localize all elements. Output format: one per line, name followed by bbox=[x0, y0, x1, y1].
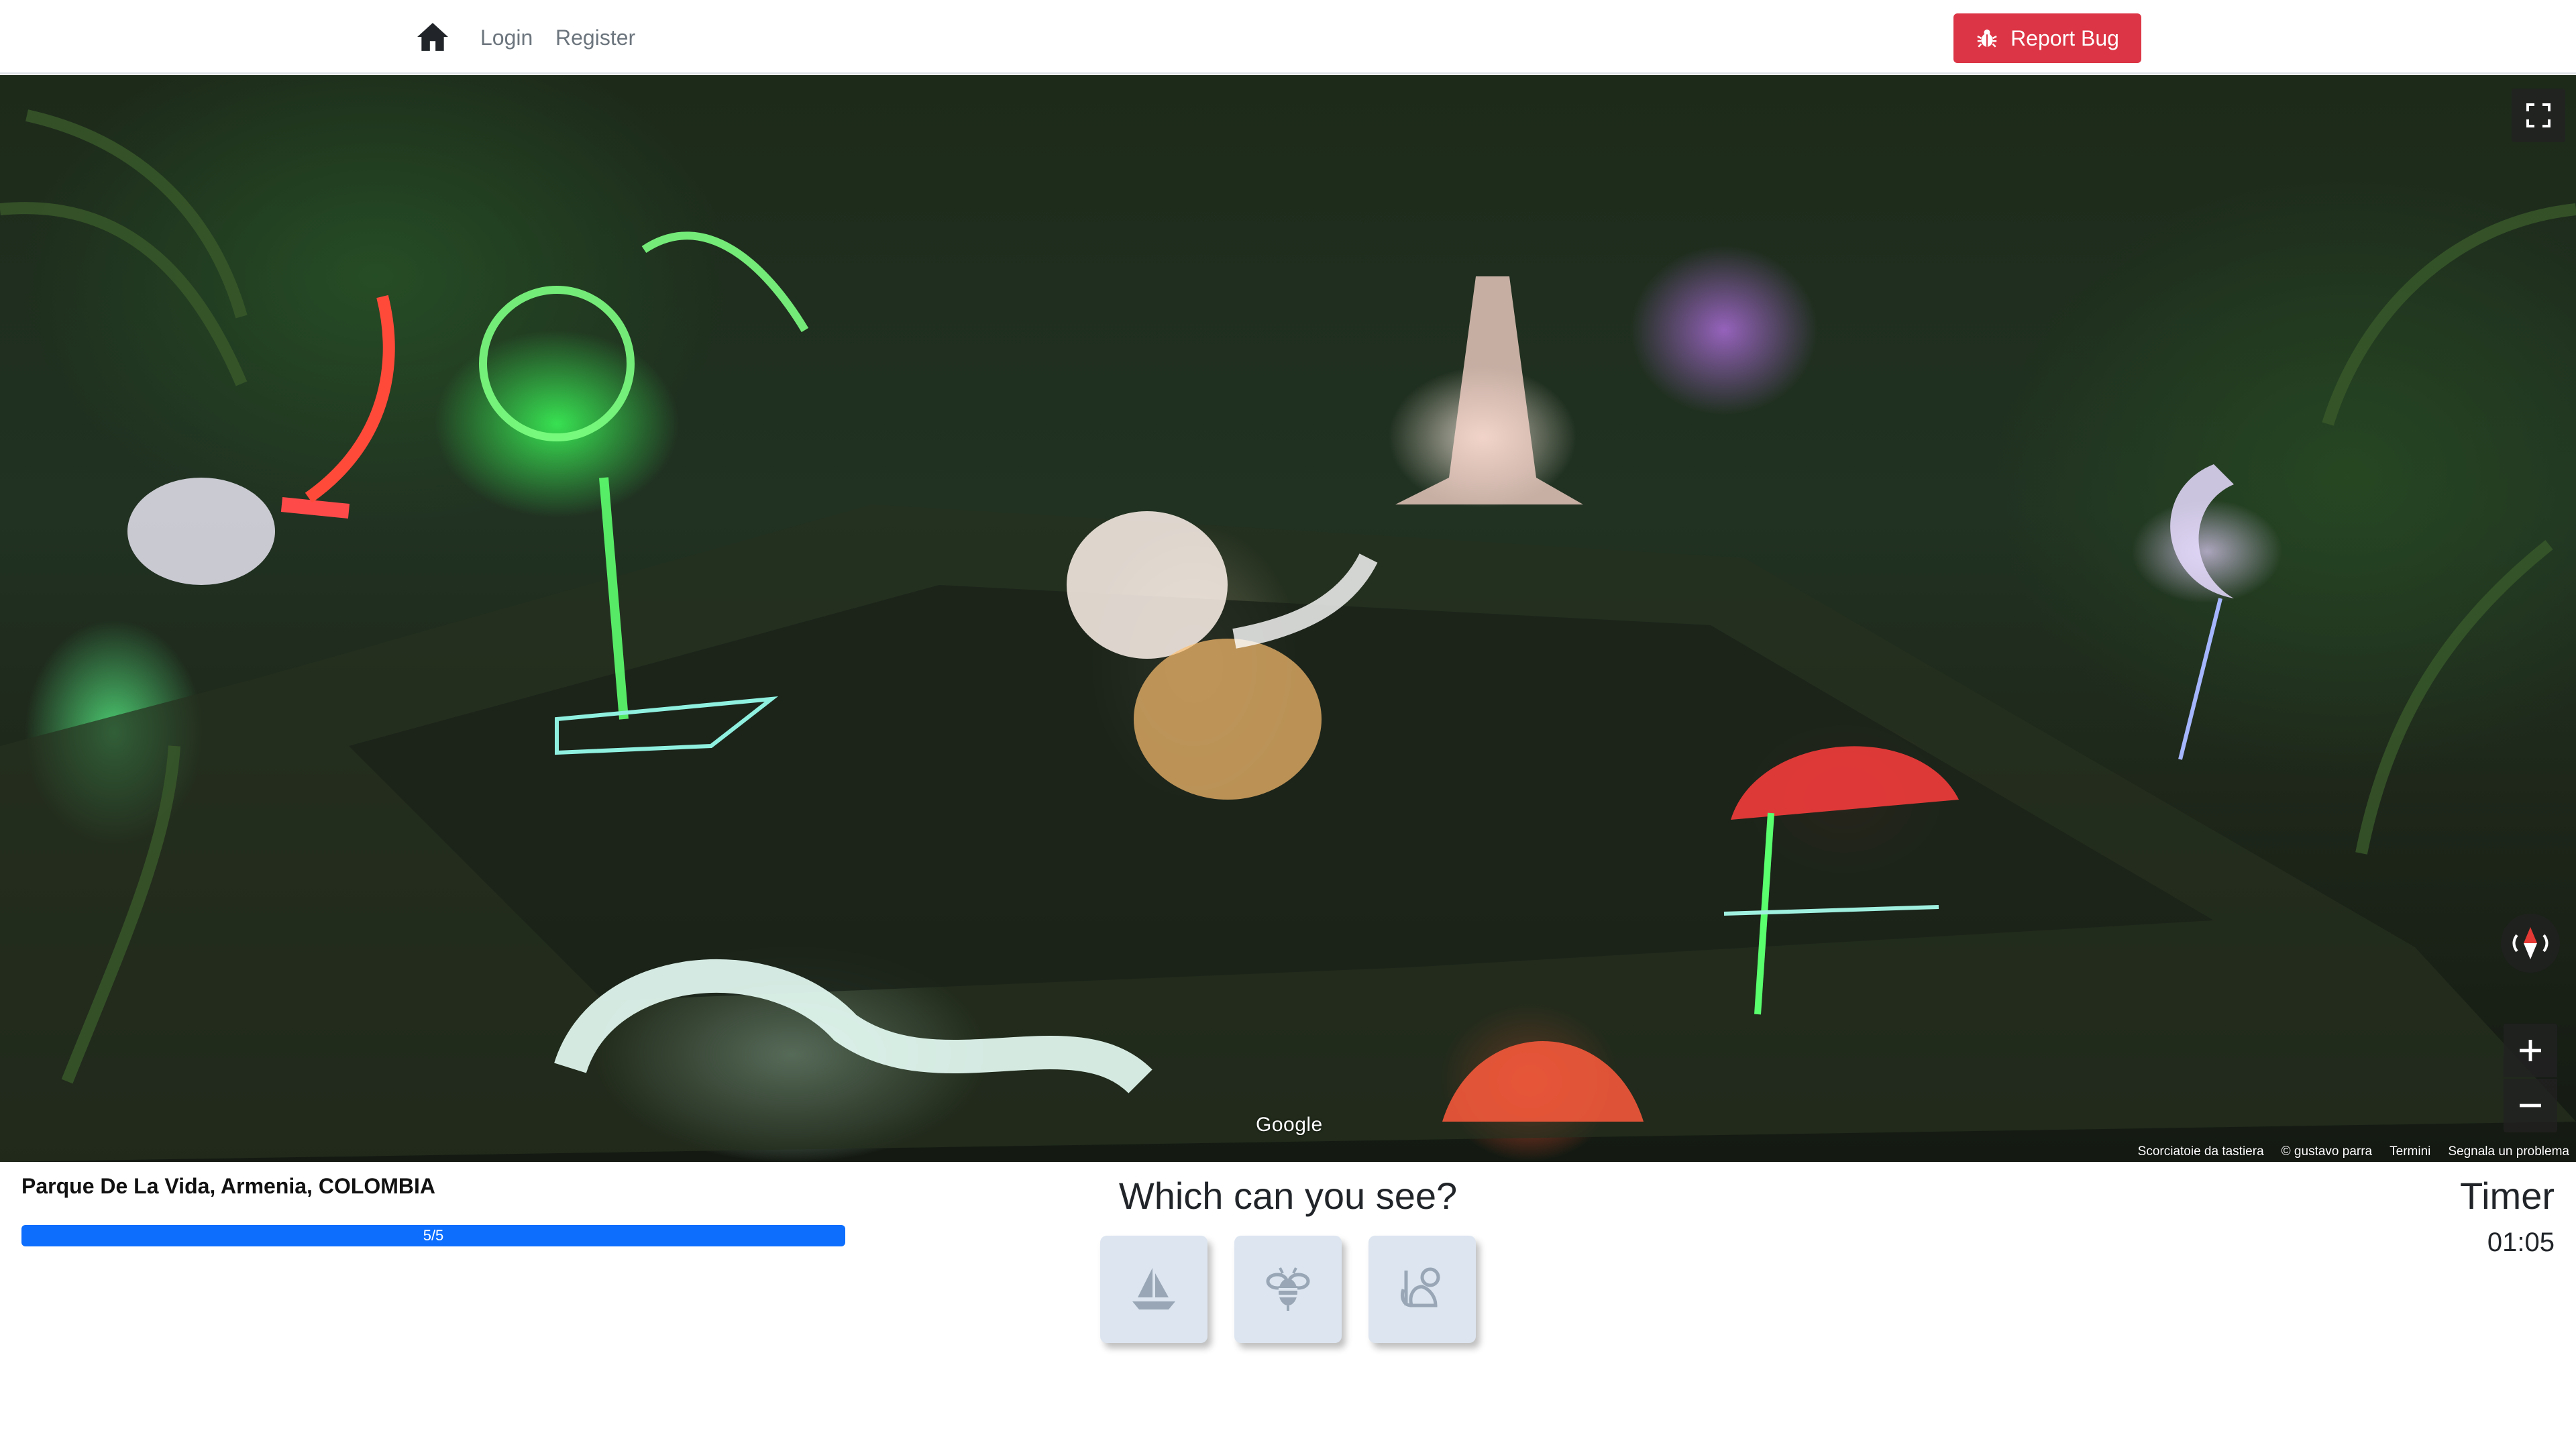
compass-icon bbox=[2512, 927, 2548, 959]
keyboard-shortcuts-link[interactable]: Scorciatoie da tastiera bbox=[2138, 1144, 2264, 1159]
timer-label: Timer bbox=[2459, 1175, 2555, 1217]
register-link[interactable]: Register bbox=[555, 24, 635, 51]
author-credit: © gustavo parra bbox=[2281, 1144, 2373, 1159]
location-name: Parque De La Vida, Armenia, COLOMBIA bbox=[21, 1174, 436, 1198]
login-link[interactable]: Login bbox=[480, 24, 533, 51]
fullscreen-button[interactable] bbox=[2512, 89, 2565, 142]
progress-label: 5/5 bbox=[423, 1227, 444, 1244]
street-view-panorama[interactable]: Google Scorciatoie da tastiera © gustavo… bbox=[0, 75, 2576, 1162]
terms-link[interactable]: Termini bbox=[2390, 1144, 2430, 1159]
navbar: Login Register Report Bug bbox=[0, 0, 2576, 74]
sailboat-icon bbox=[1132, 1268, 1175, 1309]
question-prompt: Which can you see? bbox=[1118, 1175, 1458, 1217]
google-logo: Google bbox=[1256, 1114, 1323, 1136]
zoom-out-button[interactable] bbox=[2504, 1079, 2557, 1132]
compass-button[interactable] bbox=[2501, 914, 2560, 973]
choice-monkey[interactable] bbox=[1368, 1236, 1476, 1343]
answer-choices bbox=[1100, 1236, 1476, 1343]
report-problem-link[interactable]: Segnala un problema bbox=[2448, 1144, 2569, 1159]
minus-icon bbox=[2520, 1104, 2541, 1108]
choice-bee[interactable] bbox=[1234, 1236, 1342, 1343]
report-bug-button[interactable]: Report Bug bbox=[1953, 13, 2141, 63]
home-icon[interactable] bbox=[416, 21, 449, 52]
choice-sailboat[interactable] bbox=[1100, 1236, 1208, 1343]
report-bug-label: Report Bug bbox=[2010, 25, 2119, 50]
panorama-scenery bbox=[0, 109, 2576, 1162]
bug-icon bbox=[1977, 29, 1997, 48]
bee-icon bbox=[1266, 1267, 1310, 1311]
zoom-in-button[interactable] bbox=[2504, 1024, 2557, 1077]
round-progress-bar: 5/5 bbox=[21, 1225, 845, 1246]
map-attribution: Scorciatoie da tastiera © gustavo parra … bbox=[2131, 1142, 2576, 1162]
fullscreen-icon bbox=[2526, 103, 2551, 127]
monkey-icon bbox=[1401, 1267, 1440, 1307]
timer-value: 01:05 bbox=[2487, 1228, 2555, 1257]
progress-fill: 5/5 bbox=[21, 1225, 845, 1246]
plus-icon bbox=[2520, 1040, 2541, 1061]
